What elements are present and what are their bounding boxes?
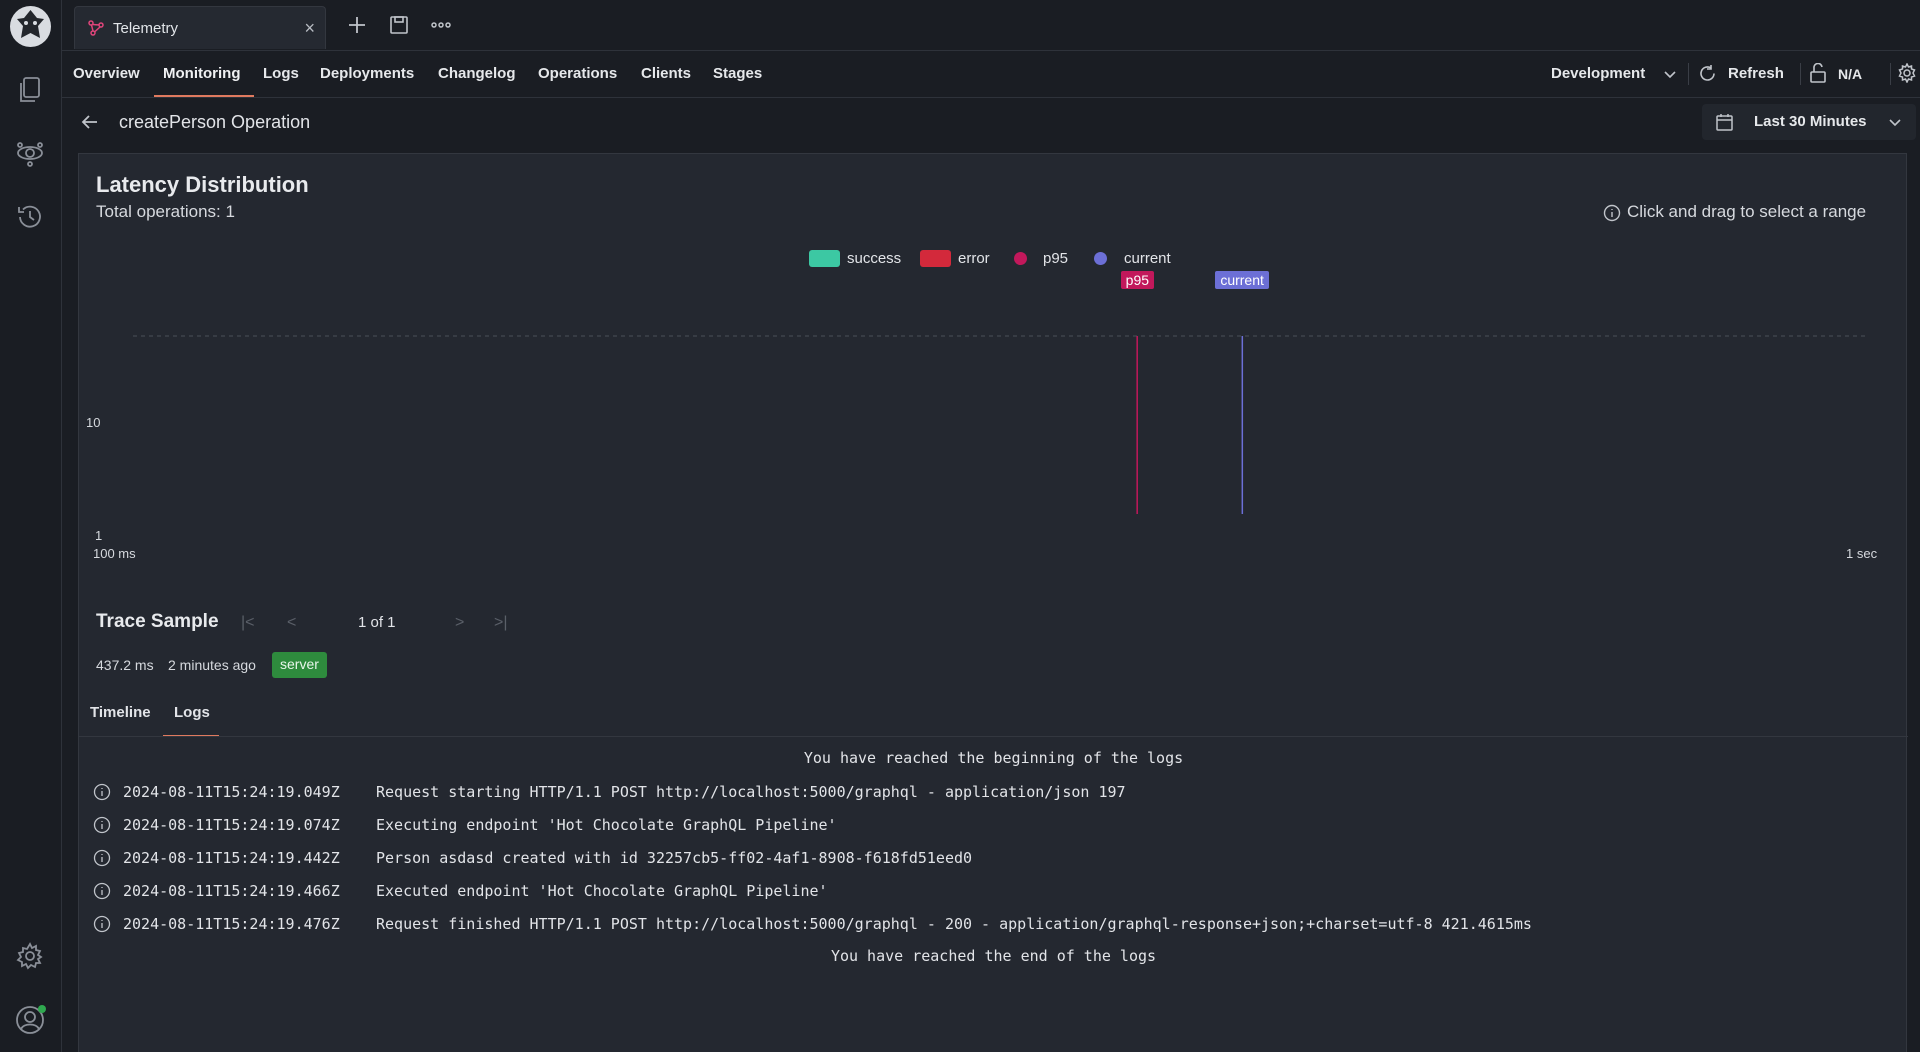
app-logo-icon[interactable] xyxy=(10,6,51,47)
y-tick-label: 1 xyxy=(95,528,103,543)
log-message: Request starting HTTP/1.1 POST http://lo… xyxy=(376,783,1126,801)
refresh-button[interactable]: Refresh xyxy=(1728,65,1784,82)
nav-monitoring[interactable]: Monitoring xyxy=(163,65,240,82)
next-page-icon[interactable]: > xyxy=(455,614,464,632)
page-title: createPerson Operation xyxy=(119,112,311,132)
nav-logs[interactable]: Logs xyxy=(263,65,299,82)
tab-timeline[interactable]: Timeline xyxy=(90,704,151,721)
nav-deployments[interactable]: Deployments xyxy=(320,65,414,82)
tab-divider xyxy=(79,736,1908,737)
log-row: 2024-08-11T15:24:19.466Z Executed endpoi… xyxy=(93,880,1873,904)
log-message: Executed endpoint 'Hot Chocolate GraphQL… xyxy=(376,882,828,900)
gear-icon[interactable] xyxy=(1897,62,1917,87)
new-tab-icon[interactable] xyxy=(346,14,368,36)
logs-begin: You have reached the beginning of the lo… xyxy=(803,749,1184,767)
graph-icon[interactable] xyxy=(14,137,46,169)
log-time: 2024-08-11T15:24:19.442Z xyxy=(123,849,340,867)
x-tick-label: 100 ms xyxy=(93,546,136,561)
tab-bar: Telemetry × xyxy=(62,0,1920,51)
operation-panel: Latency Distribution Total operations: 1… xyxy=(78,153,1908,1052)
left-rail xyxy=(0,0,62,1052)
trace-badge: server xyxy=(272,652,327,678)
save-icon[interactable] xyxy=(388,14,410,36)
calendar-icon xyxy=(1715,113,1734,136)
telemetry-icon xyxy=(87,19,105,37)
refresh-icon[interactable] xyxy=(1698,64,1717,87)
log-time: 2024-08-11T15:24:19.466Z xyxy=(123,882,340,900)
trace-pager: 1 of 1 xyxy=(358,614,396,631)
last-page-icon[interactable]: >| xyxy=(494,614,508,632)
tab-telemetry[interactable]: Telemetry × xyxy=(74,6,326,49)
first-page-icon[interactable]: |< xyxy=(241,614,255,632)
info-icon xyxy=(93,915,111,933)
chart-overlay: 10 1 100 ms 1 sec p95 current xyxy=(79,154,1908,574)
nav-stages[interactable]: Stages xyxy=(713,65,762,82)
operation-header: createPerson Operation Last 30 Minutes xyxy=(62,98,1920,152)
more-icon[interactable] xyxy=(430,14,452,36)
time-range-select[interactable]: Last 30 Minutes xyxy=(1702,104,1916,140)
lock-status: N/A xyxy=(1838,66,1863,82)
logs-end: You have reached the end of the logs xyxy=(830,947,1157,965)
settings-icon[interactable] xyxy=(14,940,46,972)
nav-divider xyxy=(1800,63,1801,85)
chevron-down-icon xyxy=(1888,115,1902,133)
log-row: 2024-08-11T15:24:19.049Z Request startin… xyxy=(93,781,1873,805)
tab-label: Telemetry xyxy=(113,20,179,37)
log-message: Request finished HTTP/1.1 POST http://lo… xyxy=(376,915,1532,933)
info-icon xyxy=(93,783,111,801)
nav-active-indicator xyxy=(154,95,254,97)
user-icon[interactable] xyxy=(14,1004,46,1036)
log-message: Executing endpoint 'Hot Chocolate GraphQ… xyxy=(376,816,837,834)
nav-divider xyxy=(1890,63,1891,85)
marker-label-p95: p95 xyxy=(1120,271,1155,289)
log-row: 2024-08-11T15:24:19.074Z Executing endpo… xyxy=(93,814,1873,838)
environment-select[interactable]: Development xyxy=(1551,65,1645,82)
main-nav: Overview Monitoring Logs Deployments Cha… xyxy=(62,51,1920,98)
info-icon xyxy=(93,849,111,867)
log-time: 2024-08-11T15:24:19.049Z xyxy=(123,783,340,801)
trace-title: Trace Sample xyxy=(96,611,219,632)
chevron-down-icon[interactable] xyxy=(1663,67,1677,85)
log-time: 2024-08-11T15:24:19.476Z xyxy=(123,915,340,933)
log-row: 2024-08-11T15:24:19.442Z Person asdasd c… xyxy=(93,847,1873,871)
nav-divider xyxy=(1688,63,1689,85)
y-tick-label: 10 xyxy=(86,415,101,430)
info-icon xyxy=(93,882,111,900)
log-row: 2024-08-11T15:24:19.476Z Request finishe… xyxy=(93,913,1873,937)
log-time: 2024-08-11T15:24:19.074Z xyxy=(123,816,340,834)
trace-age: 2 minutes ago xyxy=(168,657,256,673)
time-range-label: Last 30 Minutes xyxy=(1754,113,1867,130)
prev-page-icon[interactable]: < xyxy=(287,614,296,632)
log-message: Person asdasd created with id 32257cb5-f… xyxy=(376,849,973,867)
marker-label-current: current xyxy=(1215,271,1269,289)
x-tick-label: 1 sec xyxy=(1846,546,1878,561)
nav-operations[interactable]: Operations xyxy=(538,65,617,82)
trace-duration: 437.2 ms xyxy=(96,657,154,673)
back-arrow-icon[interactable] xyxy=(80,112,100,136)
tab-logs[interactable]: Logs xyxy=(174,704,210,721)
nav-clients[interactable]: Clients xyxy=(641,65,691,82)
info-icon xyxy=(93,816,111,834)
unlock-icon[interactable] xyxy=(1809,62,1827,87)
nav-overview[interactable]: Overview xyxy=(73,65,140,82)
documents-icon[interactable] xyxy=(14,74,46,106)
close-icon[interactable]: × xyxy=(304,18,315,39)
log-list: You have reached the beginning of the lo… xyxy=(79,744,1908,1052)
nav-changelog[interactable]: Changelog xyxy=(438,65,516,82)
history-icon[interactable] xyxy=(14,201,46,233)
